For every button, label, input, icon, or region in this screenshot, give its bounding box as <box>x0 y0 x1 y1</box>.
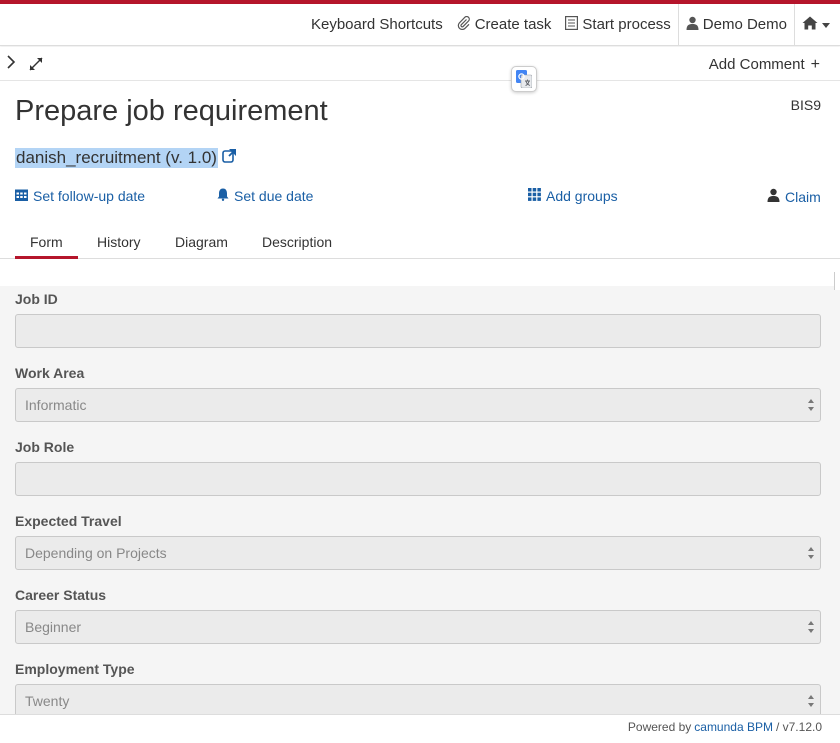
job-role-input[interactable] <box>15 462 821 496</box>
career-status-label: Career Status <box>15 587 107 603</box>
external-link-icon[interactable] <box>222 148 237 168</box>
select-arrows-icon <box>808 695 814 707</box>
work-area-value: Informatic <box>25 397 87 413</box>
google-translate-icon <box>516 70 532 88</box>
task-form: Job ID Work Area Informatic Job Role Exp… <box>0 286 840 714</box>
claim-button[interactable]: Claim <box>767 188 821 205</box>
set-follow-up-date-button[interactable]: Set follow-up date <box>15 188 145 204</box>
set-due-date-button[interactable]: Set due date <box>217 188 313 204</box>
task-tabs: Form History Diagram Description <box>0 226 840 259</box>
tab-history[interactable]: History <box>82 226 156 259</box>
claim-label: Claim <box>785 188 821 205</box>
select-arrows-icon <box>808 399 814 411</box>
job-id-input[interactable] <box>15 314 821 348</box>
work-area-select[interactable]: Informatic <box>15 388 821 422</box>
start-process-label: Start process <box>582 16 671 33</box>
paperclip-icon <box>457 15 471 34</box>
expected-travel-label: Expected Travel <box>15 513 122 529</box>
camunda-link[interactable]: camunda BPM <box>694 720 773 734</box>
keyboard-shortcuts-label: Keyboard Shortcuts <box>310 16 443 33</box>
tab-description[interactable]: Description <box>247 226 347 259</box>
select-arrows-icon <box>808 547 814 559</box>
keyboard-shortcuts-link[interactable]: Keyboard Shortcuts <box>304 4 450 46</box>
user-name: Demo Demo <box>702 16 787 33</box>
tab-form[interactable]: Form <box>15 226 78 259</box>
employment-type-select[interactable]: Twenty <box>15 684 821 714</box>
version-label: / v7.12.0 <box>775 719 822 734</box>
translate-extension-button[interactable] <box>511 66 537 92</box>
add-groups-button[interactable]: Add groups <box>528 188 618 204</box>
calendar-icon <box>15 188 28 204</box>
task-actions: Set follow-up date Set due date Add grou… <box>0 188 840 208</box>
start-process-link[interactable]: Start process <box>558 4 677 46</box>
plus-icon: + <box>810 56 820 73</box>
user-icon <box>686 16 699 34</box>
expand-arrows-icon <box>29 57 43 71</box>
select-arrows-icon <box>808 621 814 633</box>
career-status-select[interactable]: Beginner <box>15 610 821 644</box>
task-title: Prepare job requirement <box>15 95 328 127</box>
home-menu[interactable] <box>794 3 840 46</box>
career-status-value: Beginner <box>25 619 82 635</box>
collapse-sidebar-button[interactable] <box>6 55 20 71</box>
task-key: BIS9 <box>790 97 821 113</box>
tab-diagram[interactable]: Diagram <box>160 226 243 259</box>
bell-icon <box>217 188 229 204</box>
grid-icon <box>528 188 541 204</box>
employment-type-value: Twenty <box>25 693 70 709</box>
home-icon <box>802 16 818 34</box>
process-definition-name: danish_recruitment (v. 1.0) <box>15 148 218 168</box>
list-document-icon <box>565 15 579 34</box>
top-navigation: Keyboard Shortcuts Create task Start pro… <box>0 3 840 46</box>
add-groups-label: Add groups <box>546 188 618 204</box>
work-area-label: Work Area <box>15 365 85 381</box>
job-id-label: Job ID <box>15 291 58 307</box>
expected-travel-select[interactable]: Depending on Projects <box>15 536 821 570</box>
set-follow-up-date-label: Set follow-up date <box>33 188 146 204</box>
side-panel-edge <box>834 272 840 290</box>
add-comment-label: Add Comment <box>708 56 805 73</box>
task-toolbar: Add Comment + <box>0 47 840 81</box>
footer: Powered by camunda BPM / v7.12.0 <box>0 714 840 738</box>
create-task-link[interactable]: Create task <box>450 4 559 46</box>
user-icon <box>767 188 780 205</box>
expand-view-button[interactable] <box>28 56 46 72</box>
caret-down-icon <box>822 16 830 33</box>
job-role-label: Job Role <box>15 439 75 455</box>
create-task-label: Create task <box>474 16 552 33</box>
process-definition-link[interactable]: danish_recruitment (v. 1.0) <box>15 147 237 169</box>
add-comment-button[interactable]: Add Comment + <box>709 56 820 74</box>
set-due-date-label: Set due date <box>234 188 314 204</box>
expected-travel-value: Depending on Projects <box>25 545 167 561</box>
user-menu[interactable]: Demo Demo <box>677 3 794 46</box>
employment-type-label: Employment Type <box>15 661 135 677</box>
chevron-right-icon <box>7 55 16 69</box>
powered-by-label: Powered by <box>627 719 692 734</box>
